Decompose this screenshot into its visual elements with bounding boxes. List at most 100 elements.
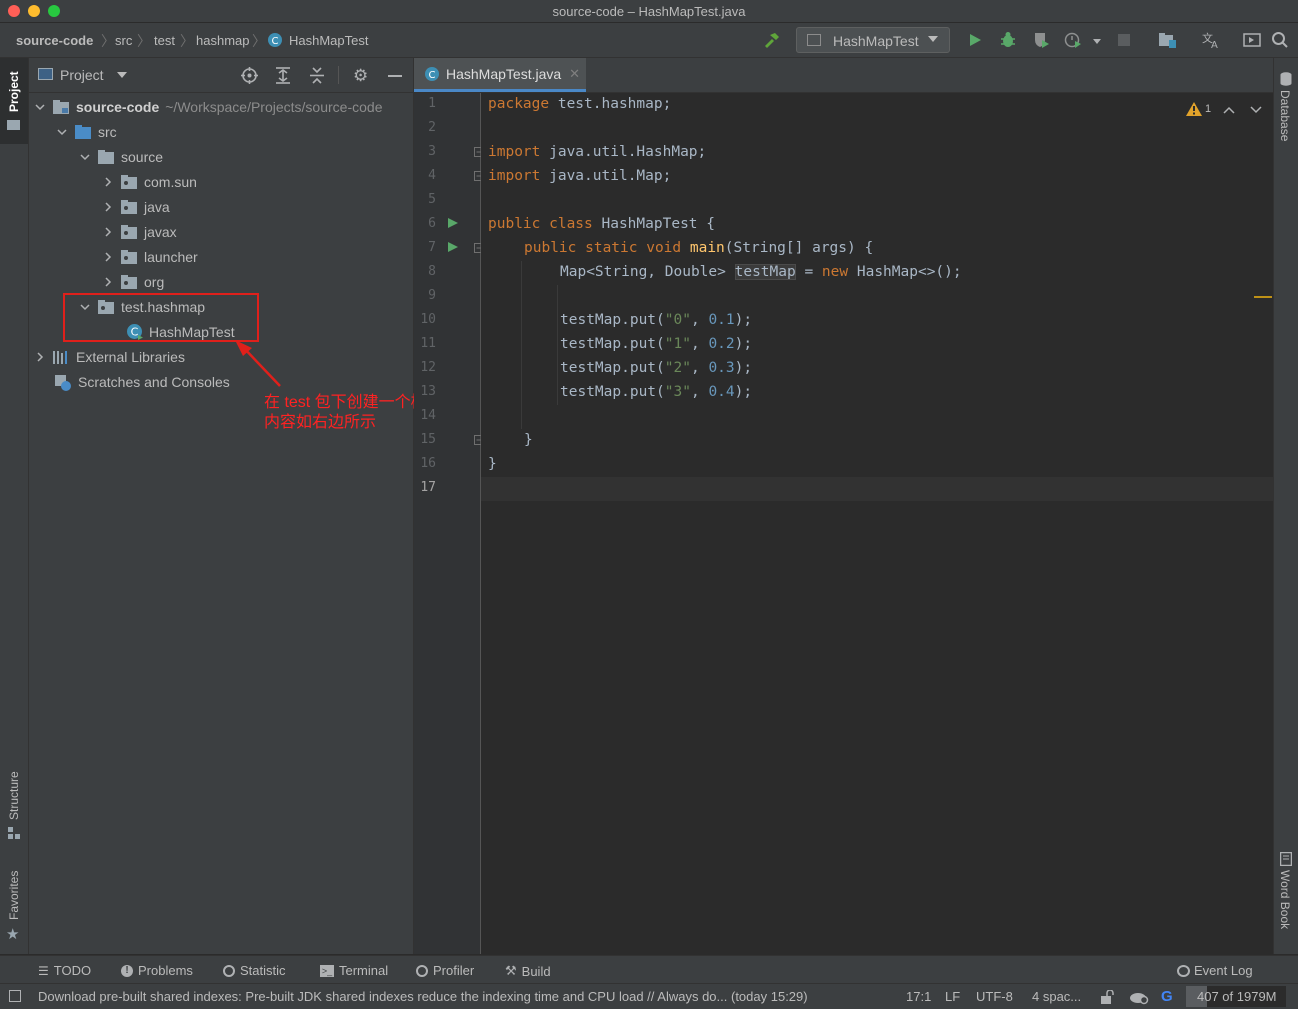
memory-indicator[interactable]: 407 of 1979M — [1186, 986, 1286, 1007]
source-folder-icon — [75, 124, 92, 139]
line-number[interactable]: 13 — [414, 384, 436, 399]
indent-setting[interactable]: 4 spac... — [1032, 989, 1081, 1004]
build-tool-button[interactable]: ⚒ Build — [505, 963, 551, 979]
coverage-shield-icon[interactable] — [1032, 31, 1050, 49]
chevron-right-icon[interactable] — [101, 275, 115, 289]
chevron-right-icon[interactable] — [101, 225, 115, 239]
terminal-tool-button[interactable]: >_ Terminal — [320, 963, 388, 978]
run-class-icon[interactable] — [447, 217, 459, 229]
line-number[interactable]: 15 — [414, 432, 436, 447]
presentation-icon[interactable] — [1243, 31, 1261, 49]
breadcrumb-src[interactable]: src — [115, 33, 132, 48]
project-structure-icon[interactable] — [1158, 31, 1176, 49]
code-editor[interactable]: package test.hashmap; import java.util.H… — [481, 93, 1273, 954]
statistic-tool-button[interactable]: Statistic — [223, 963, 286, 978]
close-tab-icon[interactable]: ✕ — [569, 66, 580, 82]
line-number[interactable]: 5 — [414, 192, 436, 207]
chevron-right-icon[interactable] — [33, 350, 47, 364]
inspection-widget[interactable]: 1 — [1186, 101, 1266, 119]
tree-item-com-sun[interactable]: com.sun — [101, 169, 197, 194]
debug-bug-icon[interactable] — [999, 31, 1017, 49]
tree-item-root[interactable]: source-code ~/Workspace/Projects/source-… — [33, 94, 382, 119]
word-book-tool-tab[interactable]: Word Book — [1274, 848, 1298, 948]
warning-stripe-marker[interactable] — [1254, 296, 1272, 298]
expand-all-icon[interactable] — [275, 67, 291, 87]
tree-item-external-libraries[interactable]: External Libraries — [33, 344, 185, 369]
tree-item-source[interactable]: source — [78, 144, 163, 169]
google-icon[interactable]: G — [1161, 988, 1173, 1005]
breadcrumb-test[interactable]: test — [154, 33, 175, 48]
chevron-right-icon[interactable] — [101, 250, 115, 264]
package-folder-icon — [121, 174, 138, 189]
java-class-icon: C — [424, 66, 440, 82]
toggle-tool-windows-icon[interactable] — [9, 990, 21, 1002]
line-number[interactable]: 16 — [414, 456, 436, 471]
line-number[interactable]: 10 — [414, 312, 436, 327]
breadcrumb-project[interactable]: source-code — [16, 33, 93, 48]
run-configuration-select[interactable]: HashMapTest — [796, 27, 950, 53]
breadcrumb-separator-icon: 〉 — [180, 33, 194, 49]
project-view-label[interactable]: Project — [60, 67, 104, 83]
line-number[interactable]: 6 — [414, 216, 436, 231]
line-separator[interactable]: LF — [945, 989, 960, 1004]
chevron-right-icon[interactable] — [101, 200, 115, 214]
tree-item-javax[interactable]: javax — [101, 219, 177, 244]
translate-icon[interactable]: 文A — [1201, 31, 1219, 49]
collapse-all-icon[interactable] — [309, 67, 325, 87]
search-icon[interactable] — [1271, 31, 1289, 49]
line-number[interactable]: 3 — [414, 144, 436, 159]
status-message[interactable]: Download pre-built shared indexes: Pre-b… — [38, 989, 863, 1004]
event-log-tool-button[interactable]: Event Log — [1177, 963, 1253, 978]
line-number[interactable]: 11 — [414, 336, 436, 351]
more-run-options-chevron-icon[interactable] — [1093, 39, 1101, 44]
chevron-right-icon[interactable] — [101, 175, 115, 189]
stop-icon[interactable] — [1115, 31, 1133, 49]
run-icon[interactable] — [966, 31, 984, 49]
line-number[interactable]: 8 — [414, 264, 436, 279]
profiler-clock-icon[interactable] — [1064, 31, 1082, 49]
tab-hashmaptest-java[interactable]: C HashMapTest.java ✕ — [414, 58, 586, 92]
cloud-settings-icon[interactable] — [1129, 989, 1149, 1008]
build-hammer-icon[interactable] — [762, 31, 780, 49]
line-number[interactable]: 12 — [414, 360, 436, 375]
line-number[interactable]: 1 — [414, 96, 436, 111]
profiler-tool-button[interactable]: Profiler — [416, 963, 474, 978]
module-folder-icon — [53, 99, 70, 114]
tree-item-java[interactable]: java — [101, 194, 170, 219]
package-folder-icon — [121, 199, 138, 214]
hide-panel-minus-icon[interactable] — [388, 75, 402, 77]
line-number[interactable]: 7 — [414, 240, 436, 255]
breadcrumb-hashmap[interactable]: hashmap — [196, 33, 249, 48]
line-number[interactable]: 4 — [414, 168, 436, 183]
locate-file-icon[interactable] — [241, 67, 258, 87]
tree-item-scratches[interactable]: Scratches and Consoles — [55, 369, 230, 394]
view-dropdown-chevron-down-icon[interactable] — [117, 72, 127, 78]
chevron-down-icon[interactable] — [33, 100, 47, 114]
chevron-down-icon[interactable] — [55, 125, 69, 139]
tree-item-org[interactable]: org — [101, 269, 164, 294]
line-number[interactable]: 2 — [414, 120, 436, 135]
favorites-tab-label: Favorites — [7, 870, 21, 920]
line-number[interactable]: 9 — [414, 288, 436, 303]
line-number[interactable]: 14 — [414, 408, 436, 423]
breadcrumb-class[interactable]: HashMapTest — [289, 33, 368, 48]
database-tool-tab[interactable]: Database — [1274, 68, 1298, 158]
run-main-icon[interactable] — [447, 241, 459, 253]
tree-item-label: source — [121, 148, 164, 165]
favorites-tool-tab[interactable]: Favorites ★ — [0, 858, 28, 944]
lock-icon[interactable] — [1100, 989, 1114, 1007]
line-number[interactable]: 17 — [414, 480, 436, 495]
project-tool-tab[interactable]: Project — [0, 58, 28, 144]
tree-item-launcher[interactable]: launcher — [101, 244, 198, 269]
caret-position[interactable]: 17:1 — [906, 989, 931, 1004]
structure-tool-tab[interactable]: Structure — [0, 758, 28, 844]
bottom-tool-bar: ☰ TODO ! Problems Statistic >_ Terminal Pro… — [0, 955, 1298, 984]
file-encoding[interactable]: UTF-8 — [976, 989, 1013, 1004]
gear-icon[interactable]: ⚙ — [353, 66, 368, 86]
tree-item-src[interactable]: src — [55, 119, 117, 144]
todo-tool-button[interactable]: ☰ TODO — [38, 963, 91, 978]
next-highlight-chevron-down-icon[interactable] — [1250, 105, 1262, 115]
chevron-down-icon[interactable] — [78, 150, 92, 164]
previous-highlight-chevron-up-icon[interactable] — [1223, 105, 1235, 115]
problems-tool-button[interactable]: ! Problems — [121, 963, 193, 978]
